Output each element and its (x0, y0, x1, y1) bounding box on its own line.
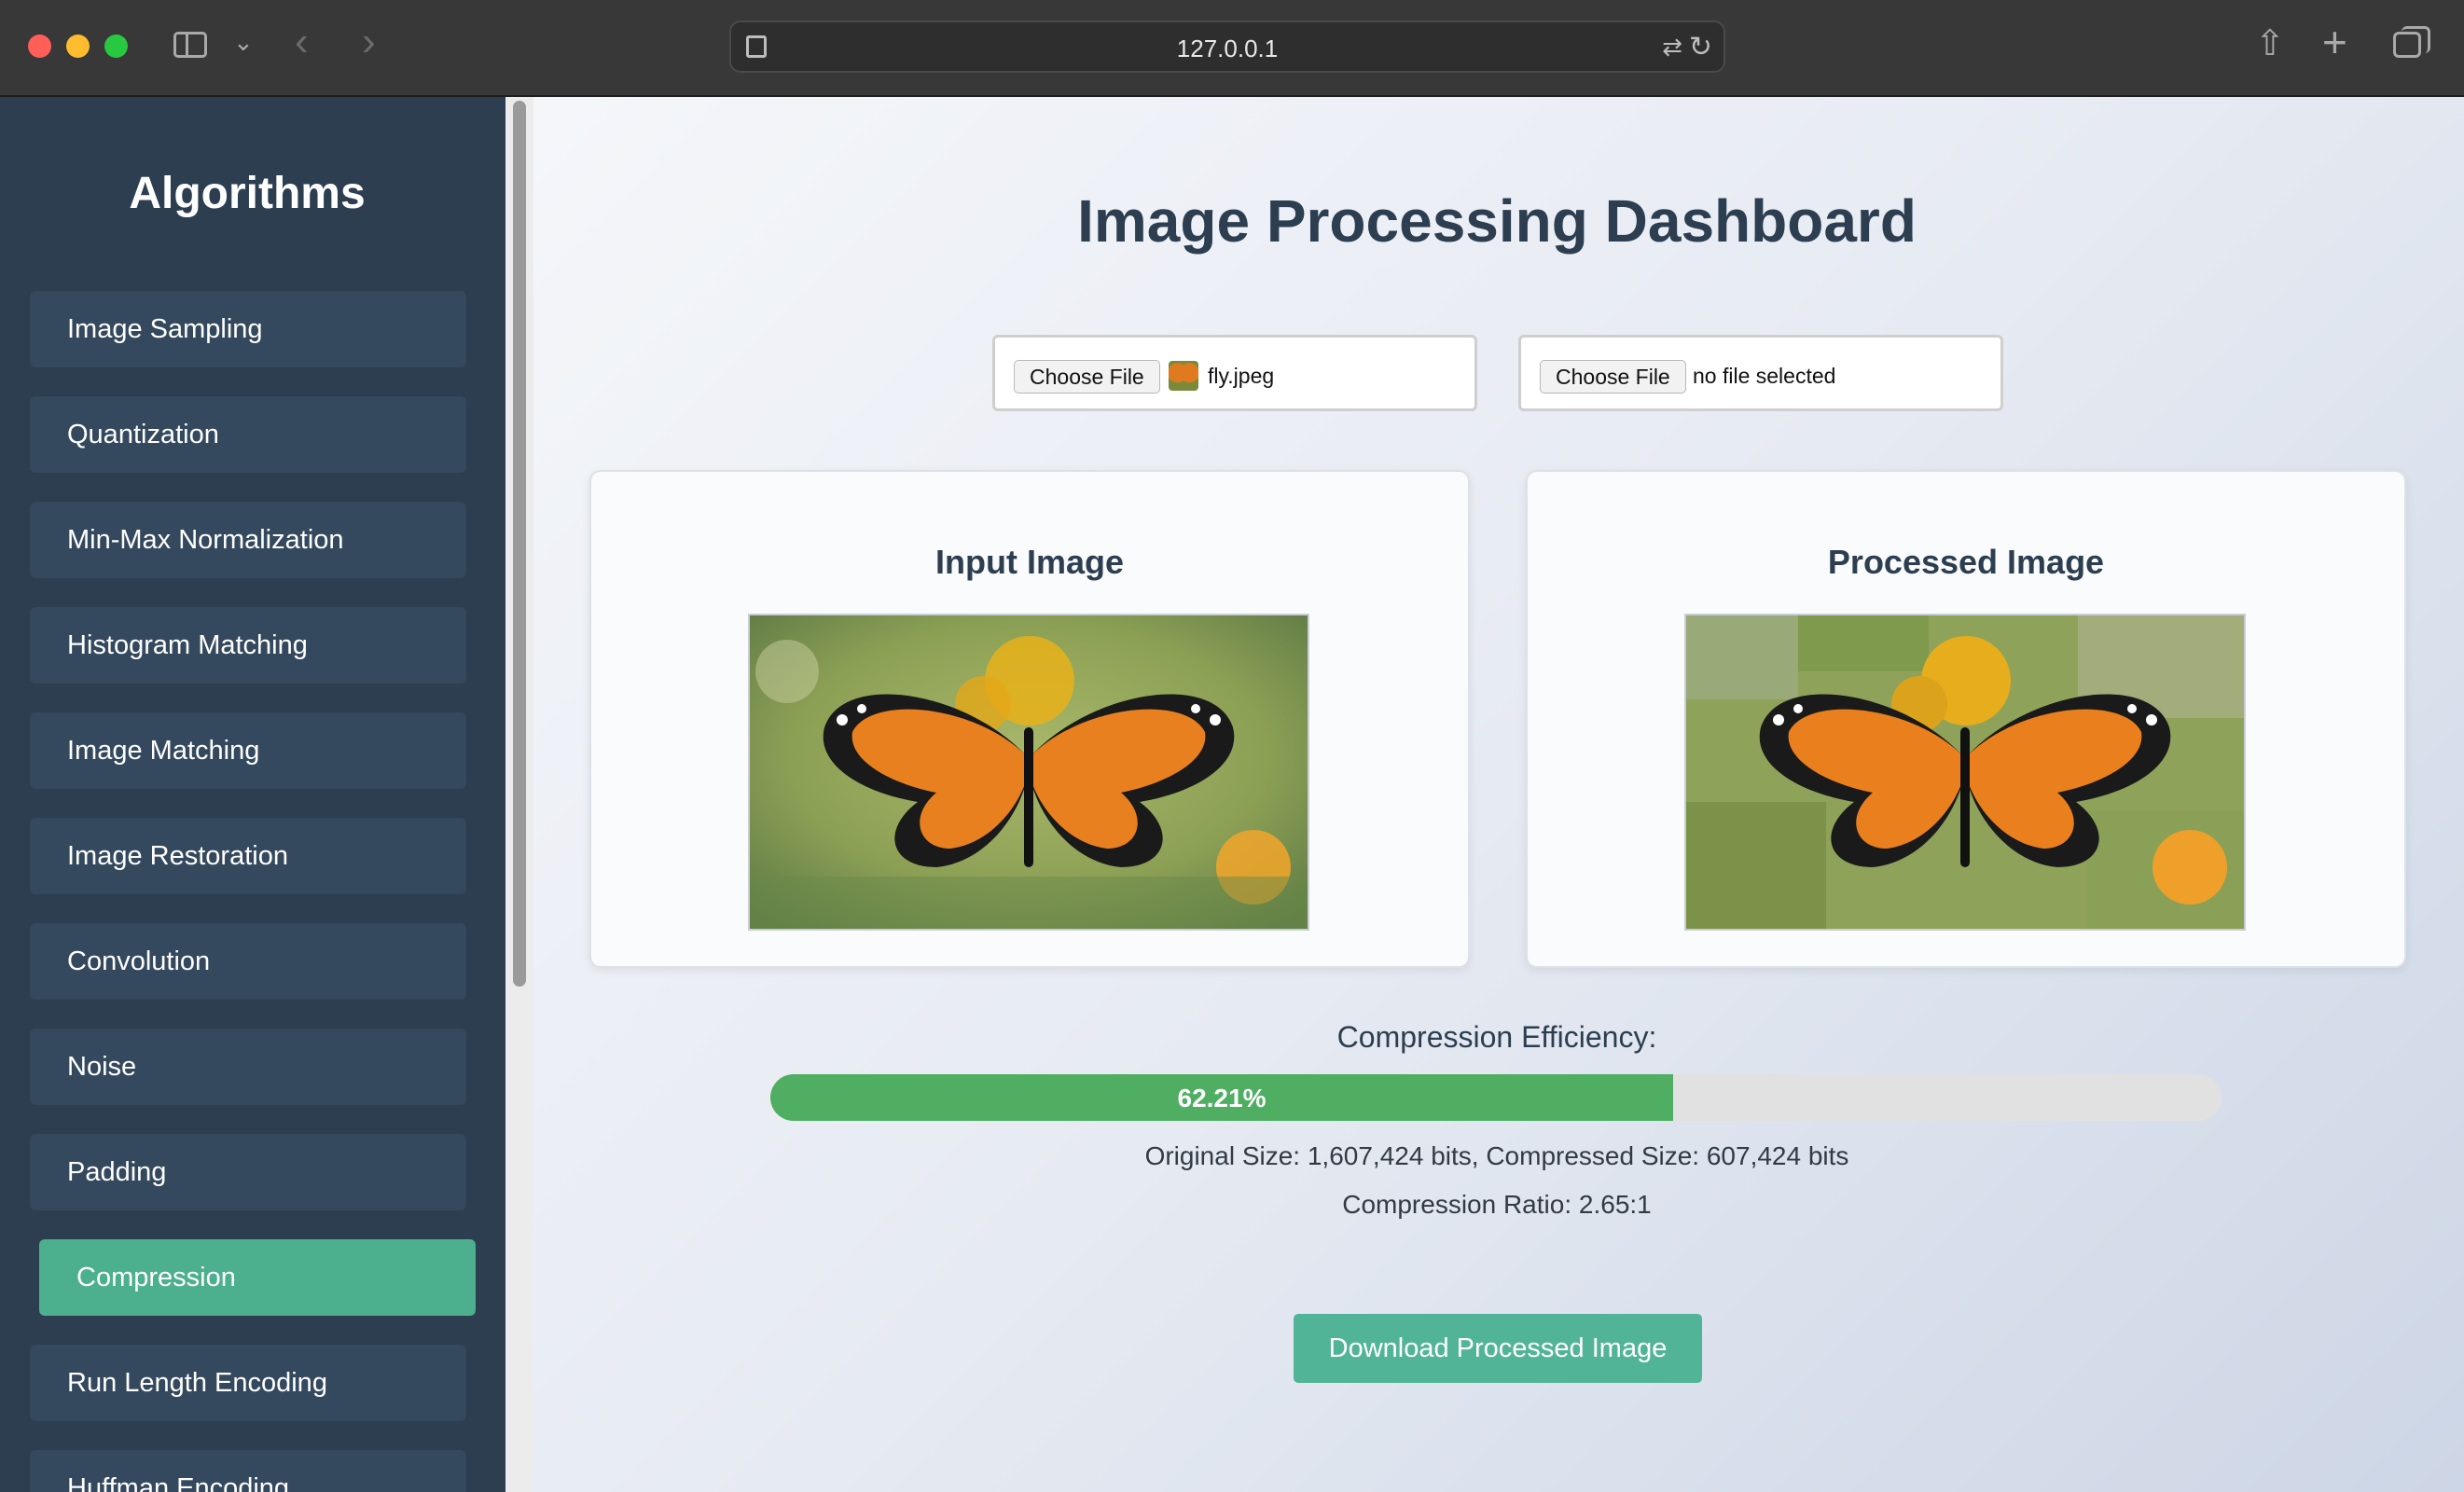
chevron-down-icon[interactable]: ⌄ (233, 28, 254, 57)
sidebar-item-image-restoration[interactable]: Image Restoration (30, 818, 466, 894)
new-tab-icon[interactable]: + (2322, 17, 2347, 67)
url-text[interactable]: 127.0.0.1 (731, 35, 1723, 63)
sidebar-item-image-sampling[interactable]: Image Sampling (30, 291, 466, 367)
card-title: Input Image (934, 543, 1124, 581)
forward-arrow-icon[interactable]: › (362, 19, 376, 65)
sidebar-item-compression[interactable]: Compression (39, 1239, 476, 1316)
algorithms-sidebar: Algorithms Image Sampling Quantization Min… (0, 97, 505, 1492)
selected-file-name: no file selected (1693, 364, 1836, 388)
second-image-file-field[interactable]: Choose File no file selected (1518, 335, 2003, 411)
sidebar-item-huffman-encoding[interactable]: Huffman Encoding (30, 1450, 466, 1492)
zoom-window-button[interactable] (104, 35, 128, 58)
compression-efficiency-label: Compression Efficiency: (1336, 1020, 1657, 1054)
sidebar-item-image-matching[interactable]: Image Matching (30, 712, 466, 789)
address-bar[interactable]: 127.0.0.1 ⇄ ↻ (729, 21, 1725, 73)
page-title: Image Processing Dashboard (1077, 187, 1917, 255)
translate-icon[interactable]: ⇄ (1662, 33, 1682, 62)
share-icon[interactable]: ⇧ (2255, 22, 2285, 64)
processed-image-card: Processed Image (1526, 470, 2406, 968)
sidebar-item-noise[interactable]: Noise (30, 1029, 466, 1105)
sidebar-item-histogram-matching[interactable]: Histogram Matching (30, 607, 466, 684)
card-title: Processed Image (1827, 543, 2105, 581)
minimize-window-button[interactable] (66, 35, 90, 58)
input-image-card: Input Image (589, 470, 1470, 968)
sidebar-item-quantization[interactable]: Quantization (30, 396, 466, 473)
processed-butterfly-image (1684, 614, 2246, 931)
choose-file-button[interactable]: Choose File (1014, 360, 1160, 394)
choose-file-button[interactable]: Choose File (1540, 360, 1686, 394)
sidebar-title: Algorithms (129, 169, 366, 218)
tab-overview-icon[interactable] (2393, 26, 2430, 58)
sidebar-item-padding[interactable]: Padding (30, 1134, 466, 1210)
sidebar-item-min-max-normalization[interactable]: Min-Max Normalization (30, 502, 466, 578)
close-window-button[interactable] (28, 35, 51, 58)
reload-icon[interactable]: ↻ (1689, 31, 1712, 63)
input-butterfly-image (748, 614, 1309, 931)
progress-percent-text: 62.21% (1177, 1084, 1267, 1112)
compression-ratio: Compression Ratio: 2.65:1 (1342, 1190, 1652, 1219)
browser-toolbar: ⌄ ‹ › 127.0.0.1 ⇄ ↻ ⇧ + (0, 0, 2464, 97)
back-arrow-icon[interactable]: ‹ (295, 19, 309, 65)
main-content: Image Processing Dashboard Choose File f… (533, 97, 2464, 1492)
file-thumbnail (1169, 361, 1198, 391)
size-summary: Original Size: 1,607,424 bits, Compresse… (1144, 1141, 1849, 1170)
sidebar-scrollbar-thumb[interactable] (513, 101, 526, 987)
input-image-file-field[interactable]: Choose File fly.jpeg (992, 335, 1477, 411)
sidebar-item-run-length-encoding[interactable]: Run Length Encoding (30, 1345, 466, 1421)
sidebar-toggle-icon[interactable] (173, 32, 207, 58)
compression-progress-bar: 62.21% (770, 1074, 2222, 1121)
download-processed-image-button[interactable]: Download Processed Image (1294, 1314, 1702, 1383)
selected-file-name: fly.jpeg (1208, 364, 1275, 388)
sidebar-item-convolution[interactable]: Convolution (30, 923, 466, 1000)
